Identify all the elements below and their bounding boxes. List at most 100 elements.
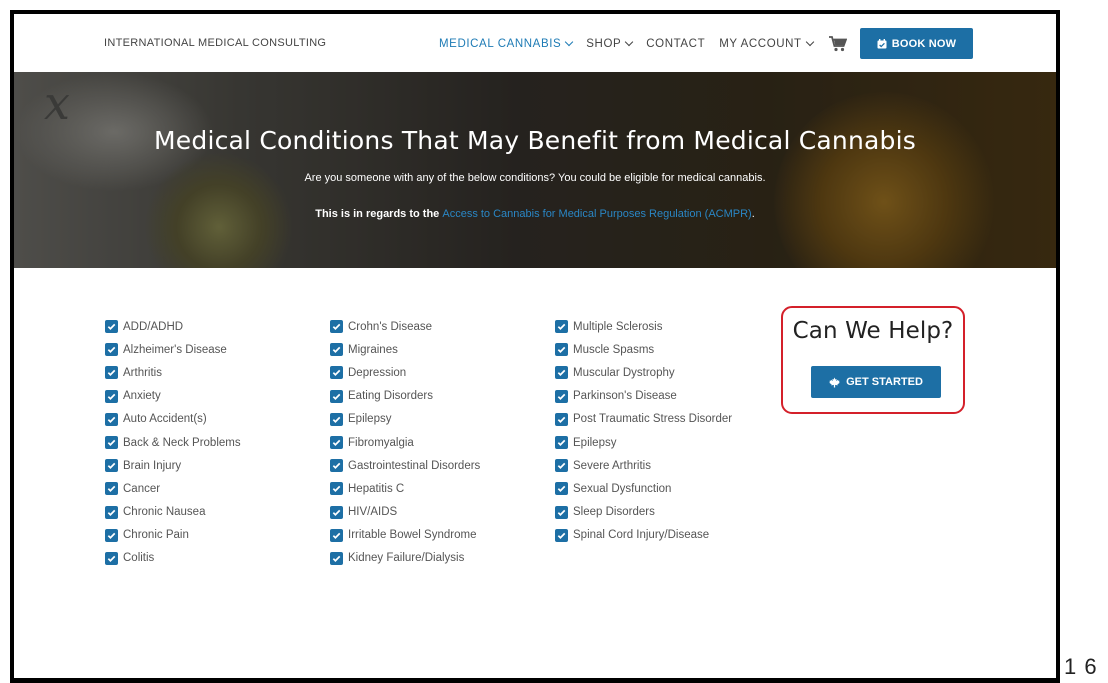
get-started-button[interactable]: GET STARTED	[811, 366, 941, 398]
checkbox-checked-icon	[555, 505, 568, 519]
conditions-column-1: ADD/ADHD Alzheimer's Disease Arthritis Anxi…	[105, 315, 241, 570]
page-number: 1 6	[1064, 654, 1098, 679]
condition-label: ADD/ADHD	[123, 320, 184, 333]
condition-label: HIV/AIDS	[348, 506, 398, 519]
hero-subtitle: Are you someone with any of the below co…	[304, 172, 766, 184]
site-header: INTERNATIONAL MEDICAL CONSULTING MEDICAL…	[14, 14, 1056, 72]
condition-label: Spinal Cord Injury/Disease	[573, 529, 710, 542]
condition-label: Sexual Dysfunction	[573, 482, 672, 495]
hero-overlay	[14, 72, 1056, 268]
condition-label: Migraines	[348, 343, 398, 356]
regulation-tail: .	[751, 208, 755, 220]
checkbox-checked-icon	[330, 412, 343, 426]
nav-medical-cannabis-label: MEDICAL CANNABIS	[439, 38, 562, 50]
screenshot-frame: INTERNATIONAL MEDICAL CONSULTING MEDICAL…	[10, 10, 1060, 683]
condition-label: Back & Neck Problems	[123, 436, 241, 449]
hero-regulation-note: This is in regards to the Access to Cann…	[14, 208, 1056, 220]
nav-my-account-label: MY ACCOUNT	[719, 38, 802, 50]
hero-banner: x Medical Conditions That May Benefit fr…	[14, 72, 1056, 268]
nav-contact[interactable]: CONTACT	[646, 38, 705, 50]
condition-label: Chronic Pain	[123, 529, 189, 542]
checkbox-checked-icon	[330, 459, 343, 473]
checkbox-checked-icon	[555, 320, 568, 334]
checkbox-checked-icon	[330, 551, 343, 565]
checkbox-checked-icon	[105, 343, 118, 357]
chevron-down-icon	[625, 37, 634, 47]
help-callout: Can We Help? GET STARTED	[781, 306, 965, 414]
checkbox-checked-icon	[555, 459, 568, 473]
condition-item: Muscle Spasms	[555, 338, 732, 361]
conditions-column-3: Multiple Sclerosis Muscle Spasms Muscular …	[555, 315, 732, 547]
checkbox-checked-icon	[105, 482, 118, 496]
condition-item: Gastrointestinal Disorders	[330, 454, 480, 477]
checkbox-checked-icon	[555, 412, 568, 426]
nav-shop-label: SHOP	[586, 38, 622, 50]
acmpr-link[interactable]: Access to Cannabis for Medical Purposes …	[442, 208, 751, 220]
checkbox-checked-icon	[105, 366, 118, 380]
condition-label: Multiple Sclerosis	[573, 320, 663, 333]
book-now-button[interactable]: BOOK NOW	[860, 28, 973, 59]
nav-medical-cannabis[interactable]: MEDICAL CANNABIS	[439, 37, 574, 50]
book-now-label: BOOK NOW	[891, 37, 957, 50]
condition-item: Irritable Bowel Syndrome	[330, 524, 480, 547]
checkbox-checked-icon	[330, 389, 343, 403]
condition-item: Brain Injury	[105, 454, 241, 477]
condition-label: Sleep Disorders	[573, 506, 655, 519]
checkbox-checked-icon	[105, 389, 118, 403]
condition-item: Kidney Failure/Dialysis	[330, 547, 480, 570]
condition-label: Muscular Dystrophy	[573, 366, 675, 379]
condition-item: Fibromyalgia	[330, 431, 480, 454]
condition-label: Cancer	[123, 482, 161, 495]
checkbox-checked-icon	[105, 551, 118, 565]
condition-item: Severe Arthritis	[555, 454, 732, 477]
main-nav: MEDICAL CANNABIS SHOP CONTACT MY ACCOUNT	[439, 36, 847, 52]
checkbox-checked-icon	[105, 528, 118, 542]
cta-title: Can We Help?	[792, 318, 954, 344]
condition-label: Auto Accident(s)	[123, 413, 207, 426]
condition-label: Muscle Spasms	[573, 343, 655, 356]
condition-label: Crohn's Disease	[348, 320, 433, 333]
checkbox-checked-icon	[105, 459, 118, 473]
condition-item: Auto Accident(s)	[105, 408, 241, 431]
condition-item: Alzheimer's Disease	[105, 338, 241, 361]
condition-label: Irritable Bowel Syndrome	[348, 529, 477, 542]
checkbox-checked-icon	[330, 482, 343, 496]
condition-item: Hepatitis C	[330, 477, 480, 500]
condition-label: Parkinson's Disease	[573, 390, 677, 403]
cart-icon[interactable]	[828, 36, 847, 52]
condition-label: Severe Arthritis	[573, 459, 651, 472]
checkbox-checked-icon	[555, 343, 568, 357]
condition-item: Spinal Cord Injury/Disease	[555, 524, 732, 547]
condition-item: Migraines	[330, 338, 480, 361]
condition-item: Depression	[330, 361, 480, 384]
condition-item: Anxiety	[105, 385, 241, 408]
checkbox-checked-icon	[330, 505, 343, 519]
condition-item: Cancer	[105, 477, 241, 500]
nav-shop[interactable]: SHOP	[586, 37, 634, 50]
chevron-down-icon	[805, 37, 814, 47]
conditions-column-2: Crohn's Disease Migraines Depression Eating…	[330, 315, 480, 570]
condition-label: Alzheimer's Disease	[123, 343, 227, 356]
condition-label: Epilepsy	[348, 413, 392, 426]
condition-item: Eating Disorders	[330, 385, 480, 408]
checkbox-checked-icon	[330, 528, 343, 542]
site-brand[interactable]: INTERNATIONAL MEDICAL CONSULTING	[104, 37, 326, 49]
condition-label: Arthritis	[123, 366, 162, 379]
calendar-icon	[877, 38, 887, 48]
hero-title: Medical Conditions That May Benefit from…	[154, 126, 916, 155]
condition-label: Colitis	[123, 552, 155, 565]
condition-item: Post Traumatic Stress Disorder	[555, 408, 732, 431]
maple-leaf-icon	[829, 376, 840, 388]
condition-item: Crohn's Disease	[330, 315, 480, 338]
checkbox-checked-icon	[105, 320, 118, 334]
checkbox-checked-icon	[105, 436, 118, 450]
checkbox-checked-icon	[330, 366, 343, 380]
condition-item: Muscular Dystrophy	[555, 361, 732, 384]
condition-item: Chronic Pain	[105, 524, 241, 547]
condition-label: Gastrointestinal Disorders	[348, 459, 481, 472]
condition-label: Chronic Nausea	[123, 506, 206, 519]
nav-my-account[interactable]: MY ACCOUNT	[719, 37, 814, 50]
condition-label: Hepatitis C	[348, 482, 405, 495]
checkbox-checked-icon	[555, 482, 568, 496]
condition-label: Fibromyalgia	[348, 436, 414, 449]
